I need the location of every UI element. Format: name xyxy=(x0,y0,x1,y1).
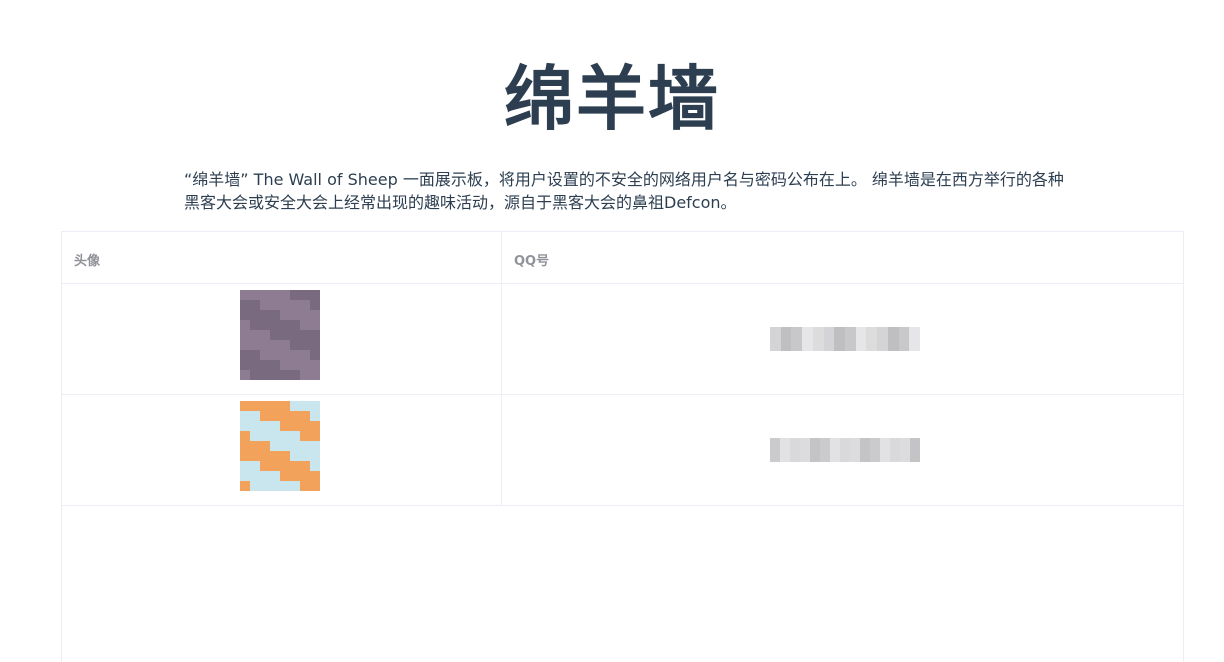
sheep-table: 头像 QQ号 xyxy=(61,231,1184,662)
table-row xyxy=(62,395,1183,506)
header-qq-label: QQ号 xyxy=(514,254,550,269)
qq-cell xyxy=(502,395,1183,505)
qq-number-blurred xyxy=(770,438,920,462)
page: 绵羊墙 “绵羊墙” The Wall of Sheep 一面展示板，将用户设置的… xyxy=(0,0,1224,662)
qq-number-blurred xyxy=(770,327,921,351)
avatar xyxy=(240,290,320,380)
header-avatar-label: 头像 xyxy=(74,254,101,269)
header-cell-qq: QQ号 xyxy=(502,232,1183,283)
avatar-cell xyxy=(62,284,502,394)
qq-cell xyxy=(502,284,1183,394)
avatar xyxy=(240,401,320,491)
page-title: 绵羊墙 xyxy=(504,58,720,140)
avatar-cell xyxy=(62,395,502,505)
page-description: “绵羊墙” The Wall of Sheep 一面展示板，将用户设置的不安全的… xyxy=(184,170,1064,212)
table-row xyxy=(62,284,1183,395)
header-cell-avatar: 头像 xyxy=(62,232,502,283)
table-header-row: 头像 QQ号 xyxy=(62,232,1183,284)
